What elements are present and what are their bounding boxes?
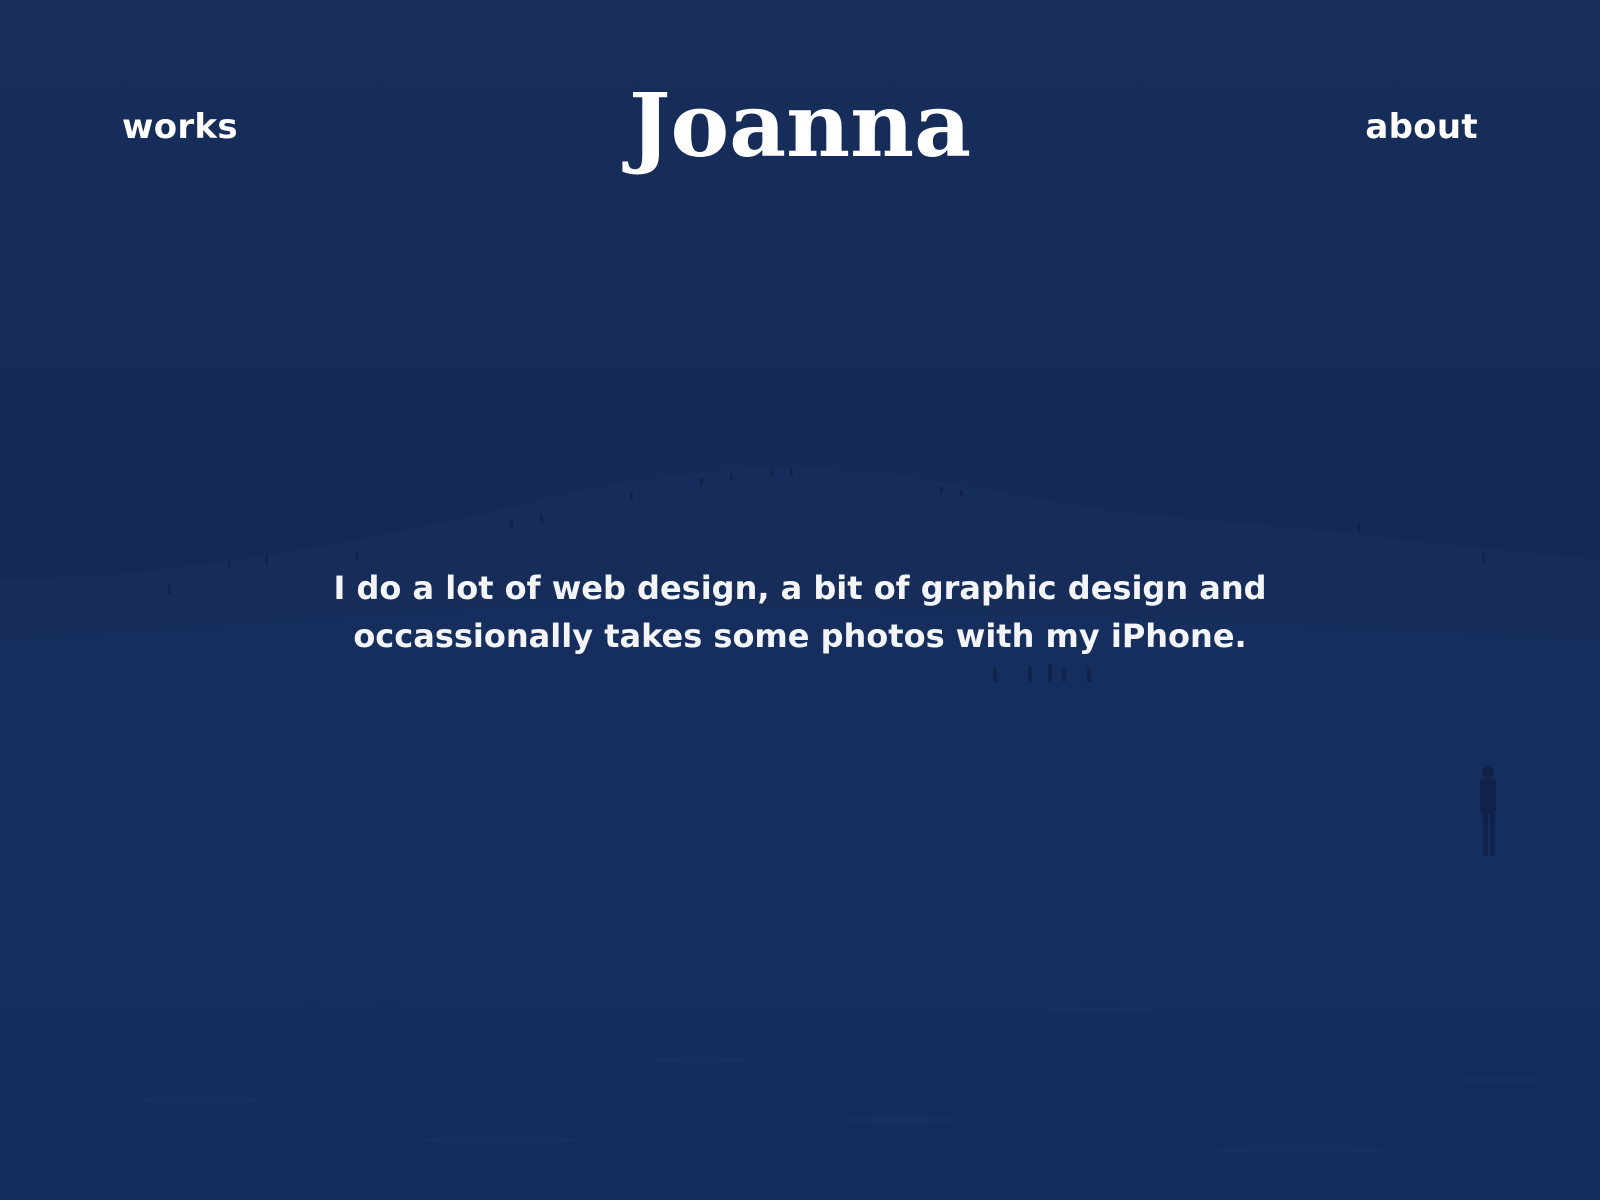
site-title[interactable]: Joanna [0, 70, 1600, 180]
nav-about-link[interactable]: about [1365, 103, 1478, 151]
intro-text: I do a lot of web design, a bit of graph… [333, 569, 1267, 655]
dune-foreground [0, 600, 1600, 1200]
